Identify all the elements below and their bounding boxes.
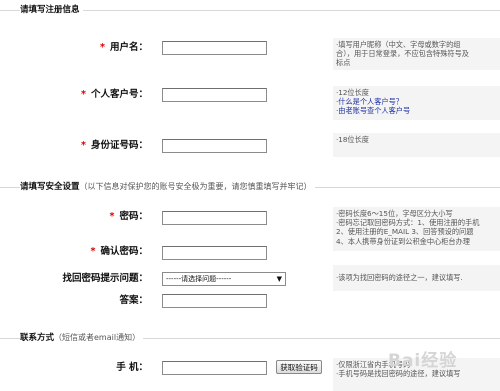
id-number-input[interactable] <box>162 139 267 153</box>
recovery-question-selected: ------请选择问题------ <box>166 275 232 283</box>
username-hint: ·填写用户昵称（中文、字母或数字的组 合），用于日常登录，不应包含特殊符号及 标… <box>333 38 500 70</box>
phone-input[interactable] <box>162 361 267 375</box>
password-input[interactable] <box>162 211 267 225</box>
recovery-question-label: 找回密码提示问题： <box>62 273 148 284</box>
customer-id-hint: ·12位长度 ·什么是个人客户号？ ·由老账号查个人客户号 <box>333 86 500 120</box>
username-input[interactable] <box>162 41 267 55</box>
username-label: * 用户名： <box>100 42 148 53</box>
section-register-header: 请填写注册信息 <box>0 3 500 17</box>
id-number-hint: ·18位长度 <box>333 133 500 157</box>
customer-id-label: * 个人客户号： <box>81 89 148 100</box>
customer-id-input[interactable] <box>162 88 267 102</box>
required-marker: * <box>100 42 105 53</box>
section-note: （短信或者email通知） <box>54 333 141 342</box>
confirm-password-input[interactable] <box>162 246 267 260</box>
required-marker: * <box>81 89 86 100</box>
required-marker: * <box>90 246 96 257</box>
required-marker: * <box>81 140 86 151</box>
answer-input[interactable] <box>162 294 267 308</box>
lookup-customer-id-link[interactable]: ·由老账号查个人客户号 <box>336 106 500 115</box>
what-is-customer-id-link[interactable]: ·什么是个人客户号？ <box>336 97 500 106</box>
section-title: 请填写注册信息 <box>20 3 83 17</box>
dropdown-arrow-icon: ▼ <box>276 275 282 283</box>
watermark: Bai经验 <box>388 351 458 371</box>
password-label: * 密码： <box>109 211 148 222</box>
phone-label: 手 机： <box>116 362 148 373</box>
section-note: （以下信息对保护您的账号安全极为重要，请您慎重填写并牢记） <box>79 182 312 191</box>
recovery-question-hint: ·该项为找回密码的途径之一，建议填写. <box>333 265 500 291</box>
answer-label: 答案： <box>119 295 148 306</box>
recovery-question-select[interactable]: ------请选择问题------ ▼ <box>162 272 286 286</box>
required-marker: * <box>109 211 115 222</box>
password-hint: ·密码长度6～15位，字母区分大小写 ·密码忘记取回密码方式：1、使用注册的手机… <box>333 207 500 251</box>
section-title: 联系方式（短信或者email通知） <box>20 331 144 345</box>
confirm-password-label: * 确认密码： <box>90 246 148 257</box>
section-contact-header: 联系方式（短信或者email通知） <box>0 331 500 345</box>
section-title: 请填写安全设置（以下信息对保护您的账号安全极为重要，请您慎重填写并牢记） <box>20 180 315 194</box>
id-number-label: * 身份证号码： <box>81 140 148 151</box>
get-code-button[interactable]: 获取验证码 <box>276 360 322 374</box>
section-security-header: 请填写安全设置（以下信息对保护您的账号安全极为重要，请您慎重填写并牢记） <box>0 180 500 194</box>
